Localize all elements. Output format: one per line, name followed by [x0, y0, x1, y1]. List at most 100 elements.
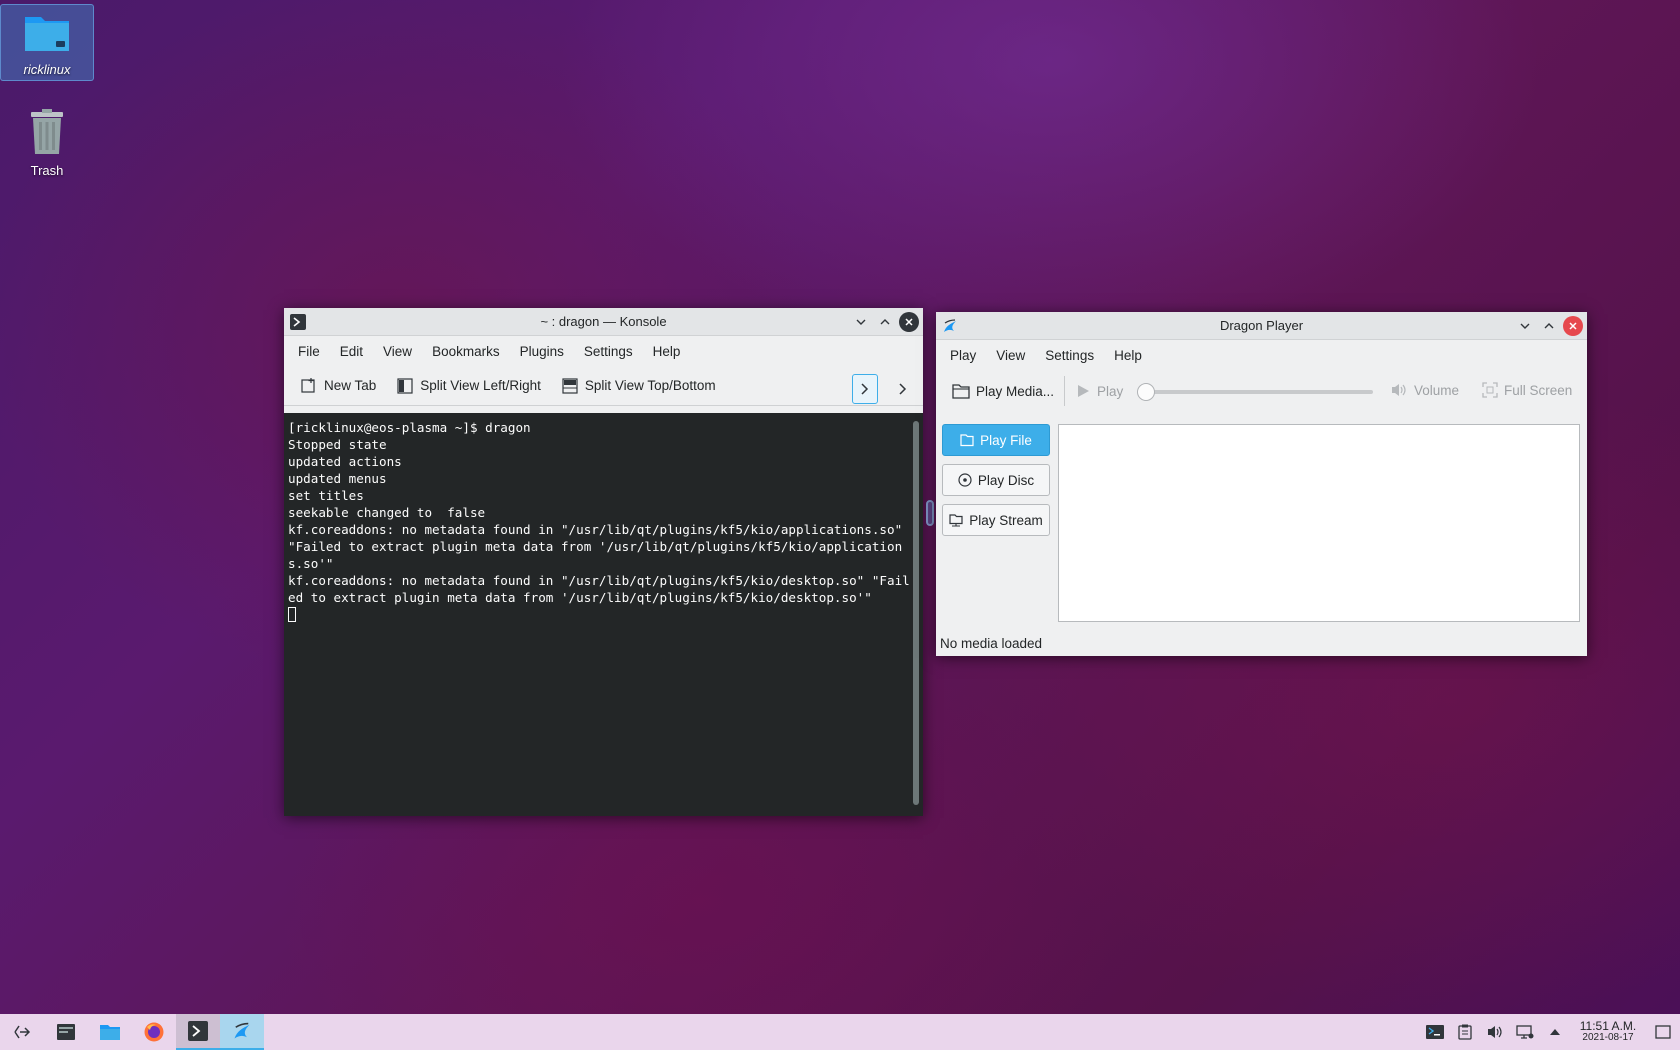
konsole-window[interactable]: ~ : dragon — Konsole File Edit View Book…	[284, 308, 923, 816]
firefox-icon	[144, 1022, 164, 1042]
show-desktop-icon[interactable]	[1646, 1024, 1680, 1040]
window-resize-handle[interactable]	[926, 500, 934, 526]
menu-help[interactable]: Help	[1104, 348, 1152, 363]
clipboard-icon[interactable]	[1450, 1024, 1480, 1040]
folder-icon	[25, 17, 69, 51]
video-area[interactable]	[1058, 424, 1580, 622]
chevron-up-icon	[880, 319, 890, 325]
volume-icon[interactable]	[1480, 1024, 1510, 1040]
document-open-icon	[960, 434, 974, 447]
toolbar-separator	[1064, 376, 1066, 406]
network-icon[interactable]	[1510, 1024, 1540, 1040]
menu-view[interactable]: View	[986, 348, 1035, 363]
chevron-right-icon	[861, 383, 869, 395]
taskbar-dragon-player[interactable]	[220, 1014, 264, 1050]
play-icon	[1078, 385, 1090, 397]
split-horizontal-icon	[397, 377, 413, 394]
play-media-button[interactable]: Play Media...	[952, 383, 1054, 399]
desktop-icon-label: ricklinux	[23, 62, 71, 77]
minimize-button[interactable]	[1515, 316, 1535, 336]
new-tab-button[interactable]: New Tab	[300, 377, 376, 395]
chevron-down-icon	[1520, 323, 1530, 329]
volume-label: Volume	[1414, 382, 1460, 398]
toolbar-overflow-button[interactable]	[852, 374, 878, 404]
terminal-output: [ricklinux@eos-plasma ~]$ dragon Stopped…	[288, 419, 910, 623]
task-manager-button[interactable]	[44, 1014, 88, 1050]
dragon-player-icon	[234, 1022, 250, 1039]
menu-bookmarks[interactable]: Bookmarks	[422, 344, 510, 359]
clock-time: 11:51 A.M.	[1579, 1019, 1637, 1033]
taskbar-konsole[interactable]	[176, 1014, 220, 1050]
chevron-up-icon	[1544, 323, 1554, 329]
close-button[interactable]	[1563, 316, 1583, 336]
play-label: Play	[1097, 383, 1124, 399]
tray-expand-arrow-icon[interactable]	[1540, 1027, 1570, 1037]
menu-settings[interactable]: Settings	[574, 344, 643, 359]
konsole-toolbar: New Tab Split View Left/Right Split View…	[284, 366, 923, 406]
play-stream-button[interactable]: Play Stream	[942, 504, 1050, 536]
volume-button[interactable]: Volume	[1390, 382, 1459, 398]
full-screen-button[interactable]: Full Screen	[1482, 382, 1572, 398]
play-button[interactable]: Play	[1075, 383, 1123, 399]
chevron-down-icon	[856, 319, 866, 325]
konsole-icon	[188, 1021, 208, 1041]
full-screen-label: Full Screen	[1504, 382, 1573, 398]
desktop-icon-label: Trash	[30, 163, 64, 178]
close-icon	[1569, 322, 1577, 330]
terminal-cursor	[288, 607, 296, 622]
seek-slider-handle[interactable]	[1137, 383, 1155, 401]
disc-icon	[958, 473, 972, 487]
dragon-player-window[interactable]: Dragon Player Play View Settings Help Pl…	[936, 312, 1587, 656]
minimize-button[interactable]	[851, 312, 871, 332]
system-tray: 11:51 A.M. 2021-08-17	[1420, 1014, 1680, 1050]
menu-edit[interactable]: Edit	[330, 344, 373, 359]
dolphin-file-manager-button[interactable]	[88, 1014, 132, 1050]
menu-help[interactable]: Help	[643, 344, 691, 359]
terminal-view[interactable]: [ricklinux@eos-plasma ~]$ dragon Stopped…	[284, 413, 923, 816]
new-tab-icon	[301, 377, 315, 393]
dragon-titlebar[interactable]: Dragon Player	[936, 312, 1587, 340]
window-title: Dragon Player	[1219, 318, 1304, 333]
application-launcher-button[interactable]	[0, 1014, 44, 1050]
maximize-button[interactable]	[875, 312, 895, 332]
volume-icon	[1392, 384, 1406, 396]
menu-view[interactable]: View	[373, 344, 422, 359]
clock-date: 2021-08-17	[1582, 1032, 1634, 1043]
menu-file[interactable]: File	[288, 344, 330, 359]
trash-icon	[31, 109, 63, 154]
dragon-toolbar: Play Media... Play Volume Full Screen	[936, 370, 1587, 412]
window-title: ~ : dragon — Konsole	[540, 314, 667, 329]
new-tab-label: New Tab	[324, 378, 377, 393]
desktop-icon-home-folder[interactable]: ricklinux	[0, 4, 94, 81]
menu-plugins[interactable]: Plugins	[510, 344, 574, 359]
play-file-button[interactable]: Play File	[942, 424, 1050, 456]
terminal-scrollbar[interactable]	[913, 421, 919, 805]
split-vertical-icon	[562, 377, 578, 394]
status-bar-text: No media loaded	[940, 636, 1043, 651]
split-tb-label: Split View Top/Bottom	[584, 378, 716, 393]
launcher-icon	[14, 1025, 31, 1039]
maximize-button[interactable]	[1539, 316, 1559, 336]
play-stream-label: Play Stream	[969, 512, 1043, 528]
menu-play[interactable]: Play	[940, 348, 986, 363]
close-icon	[905, 318, 913, 326]
firefox-button[interactable]	[132, 1014, 176, 1050]
konsole-titlebar[interactable]: ~ : dragon — Konsole	[284, 308, 923, 336]
close-button[interactable]	[899, 312, 919, 332]
split-view-left-right-button[interactable]: Split View Left/Right	[396, 377, 541, 395]
seek-slider[interactable]	[1137, 383, 1373, 401]
digital-clock[interactable]: 11:51 A.M. 2021-08-17	[1570, 1020, 1646, 1044]
folder-open-icon	[952, 384, 970, 399]
dragon-side-panel: Play File Play Disc Play Stream	[942, 424, 1050, 544]
menu-settings[interactable]: Settings	[1035, 348, 1104, 363]
play-disc-label: Play Disc	[977, 472, 1035, 488]
tray-terminal-icon[interactable]	[1420, 1024, 1450, 1040]
split-view-top-bottom-button[interactable]: Split View Top/Bottom	[561, 377, 716, 395]
toolbar-more-button[interactable]	[890, 374, 916, 404]
play-file-label: Play File	[980, 432, 1032, 448]
play-disc-button[interactable]: Play Disc	[942, 464, 1050, 496]
desktop-icon-trash[interactable]: Trash	[0, 108, 94, 184]
fullscreen-icon	[1482, 382, 1498, 398]
chevron-right-icon	[899, 383, 907, 395]
taskbar: 11:51 A.M. 2021-08-17	[0, 1014, 1680, 1050]
